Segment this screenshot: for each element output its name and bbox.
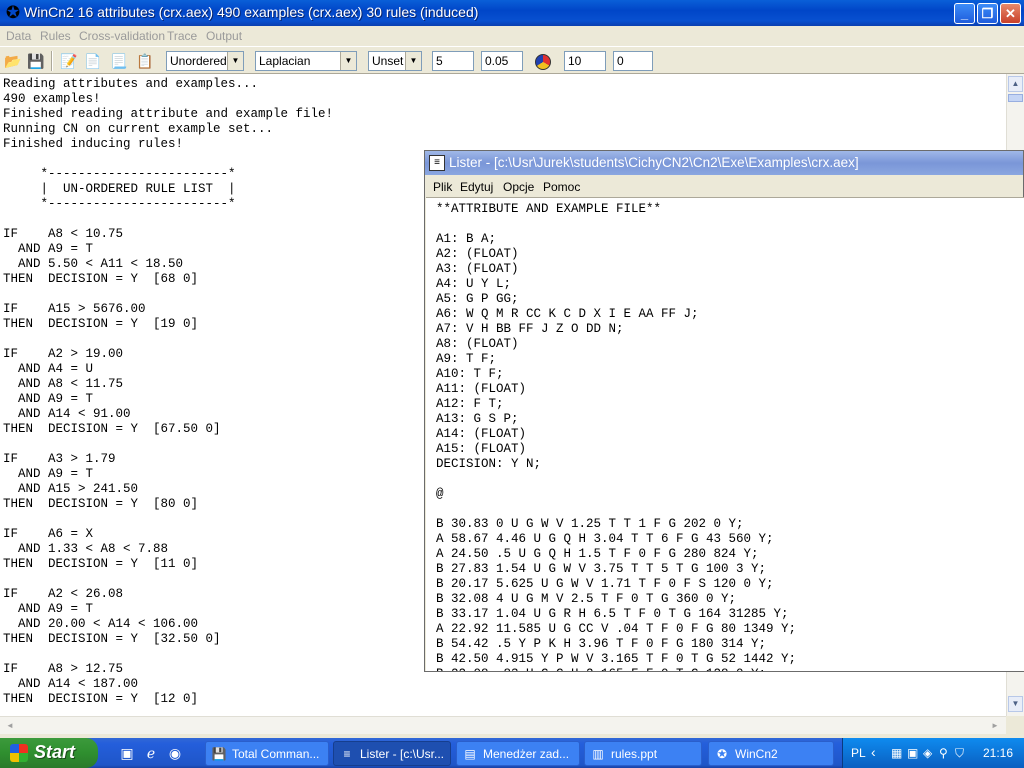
- error-estimate-select[interactable]: Laplacian ▼: [255, 51, 357, 71]
- security-shield-icon[interactable]: ⛉: [955, 746, 964, 761]
- lister-title: Lister - [c:\Usr\Jurek\students\CichyCN2…: [449, 155, 859, 170]
- lister-icon[interactable]: ≡: [429, 155, 445, 171]
- taskbar: Start ▣ ℯ ◉ 💾 Total Comman... ≡ Lister -…: [0, 738, 1024, 768]
- unset-select[interactable]: Unset ▼: [368, 51, 422, 71]
- scroll-left-icon[interactable]: ◄: [2, 718, 18, 733]
- star-app-icon[interactable]: ✪: [4, 4, 22, 22]
- menu-data[interactable]: Data: [6, 29, 31, 43]
- lister-icon: ≡: [343, 747, 351, 761]
- lister-menu-opcje[interactable]: Opcje: [503, 180, 534, 194]
- menu-trace[interactable]: Trace: [167, 29, 197, 43]
- task-lister[interactable]: ≡ Lister - [c:\Usr...: [333, 741, 451, 766]
- floppy-icon: 💾: [211, 747, 227, 761]
- desktop-icon[interactable]: ▣: [118, 744, 136, 762]
- windows-logo-icon: [10, 744, 28, 762]
- menu-cross-validation[interactable]: Cross-validation: [79, 29, 165, 43]
- task-label: Menedżer zad...: [483, 747, 570, 761]
- network-icon[interactable]: ▦: [891, 746, 902, 760]
- chevron-down-icon[interactable]: ▼: [227, 52, 243, 70]
- open-folder-icon[interactable]: 📂: [2, 51, 24, 71]
- start-label: Start: [34, 742, 76, 762]
- horizontal-scrollbar[interactable]: ◄ ►: [0, 716, 1006, 734]
- desktop: ✪ WinCn2 16 attributes (crx.aex) 490 exa…: [0, 0, 1024, 768]
- tray-expand-icon[interactable]: ‹: [871, 744, 876, 760]
- maximize-button[interactable]: ❐: [977, 3, 998, 24]
- display-icon[interactable]: ▣: [907, 746, 918, 760]
- minimize-button[interactable]: _: [954, 3, 975, 24]
- task-manager-icon: ▤: [464, 747, 476, 761]
- internet-explorer-icon[interactable]: ℯ: [142, 744, 160, 762]
- task-total-commander[interactable]: 💾 Total Comman...: [205, 741, 329, 766]
- scroll-up-icon[interactable]: ▲: [1008, 76, 1023, 92]
- scroll-right-icon[interactable]: ►: [987, 718, 1003, 733]
- unset-value: Unset: [372, 54, 404, 68]
- clock[interactable]: 21:16: [983, 746, 1013, 760]
- system-tray: PL ‹ ▦ ▣ ◈ ⚲ ⛉ 21:16: [842, 738, 1024, 768]
- task-task-manager[interactable]: ▤ Menedżer zad...: [456, 741, 580, 766]
- ordering-select[interactable]: Unordered ▼: [166, 51, 244, 71]
- menu-rules[interactable]: Rules: [40, 29, 71, 43]
- lister-menu-pomoc[interactable]: Pomoc: [543, 180, 580, 194]
- lister-menu-edytuj[interactable]: Edytuj: [460, 180, 493, 194]
- view-document-icon[interactable]: 📄: [82, 51, 104, 71]
- threshold-input[interactable]: 0.05: [481, 51, 523, 71]
- language-indicator[interactable]: PL: [851, 746, 866, 760]
- task-rules-ppt[interactable]: ▥ rules.ppt: [584, 741, 702, 766]
- chevron-down-icon[interactable]: ▼: [340, 52, 356, 70]
- param-input-3[interactable]: 10: [564, 51, 606, 71]
- scroll-down-icon[interactable]: ▼: [1008, 696, 1023, 712]
- menu-bar: Data Rules Cross-validation Trace Output: [0, 26, 1024, 46]
- toolbar-separator: [51, 51, 53, 71]
- window-title: WinCn2 16 attributes (crx.aex) 490 examp…: [24, 4, 479, 20]
- help-document-icon[interactable]: 📃: [108, 51, 130, 71]
- toolbar: 📂 💾 📝 📄 📃 📋 Unordered ▼ Laplacian ▼ Unse…: [0, 46, 1024, 74]
- task-label: WinCn2: [735, 747, 778, 761]
- title-bar[interactable]: ✪ WinCn2 16 attributes (crx.aex) 490 exa…: [0, 0, 1024, 26]
- lister-menu-plik[interactable]: Plik: [433, 180, 452, 194]
- rule-list-text: Reading attributes and examples... 490 e…: [3, 77, 334, 706]
- task-wincn2[interactable]: ✪ WinCn2: [708, 741, 834, 766]
- globe-icon[interactable]: [535, 54, 551, 70]
- list-document-icon[interactable]: 📋: [134, 51, 156, 71]
- star-icon: ✪: [716, 747, 728, 761]
- attribute-file-text: **ATTRIBUTE AND EXAMPLE FILE** A1: B A; …: [436, 202, 797, 671]
- speaker-icon[interactable]: ◈: [923, 746, 932, 760]
- search-icon[interactable]: ⚲: [939, 746, 948, 760]
- ordering-value: Unordered: [170, 54, 227, 68]
- param-input-4[interactable]: 0: [613, 51, 653, 71]
- task-label: Total Comman...: [232, 747, 320, 761]
- chevron-down-icon[interactable]: ▼: [405, 52, 421, 70]
- task-label: Lister - [c:\Usr...: [360, 747, 445, 761]
- star-size-input[interactable]: 5: [432, 51, 474, 71]
- task-label: rules.ppt: [611, 747, 658, 761]
- error-estimate-value: Laplacian: [259, 54, 311, 68]
- start-button[interactable]: Start: [0, 738, 98, 768]
- lister-window: ≡ Lister - [c:\Usr\Jurek\students\CichyC…: [424, 150, 1024, 672]
- lister-title-bar[interactable]: ≡ Lister - [c:\Usr\Jurek\students\CichyC…: [425, 151, 1023, 175]
- lister-content[interactable]: **ATTRIBUTE AND EXAMPLE FILE** A1: B A; …: [426, 197, 1024, 671]
- save-icon[interactable]: 💾: [25, 51, 47, 71]
- media-player-icon[interactable]: ◉: [166, 744, 184, 762]
- powerpoint-icon: ▥: [592, 747, 604, 761]
- lister-menu-bar: Plik Edytuj Opcje Pomoc: [425, 175, 1023, 197]
- menu-output[interactable]: Output: [206, 29, 242, 43]
- scroll-thumb[interactable]: [1008, 94, 1023, 102]
- edit-document-icon[interactable]: 📝: [58, 51, 80, 71]
- close-button[interactable]: ✕: [1000, 3, 1021, 24]
